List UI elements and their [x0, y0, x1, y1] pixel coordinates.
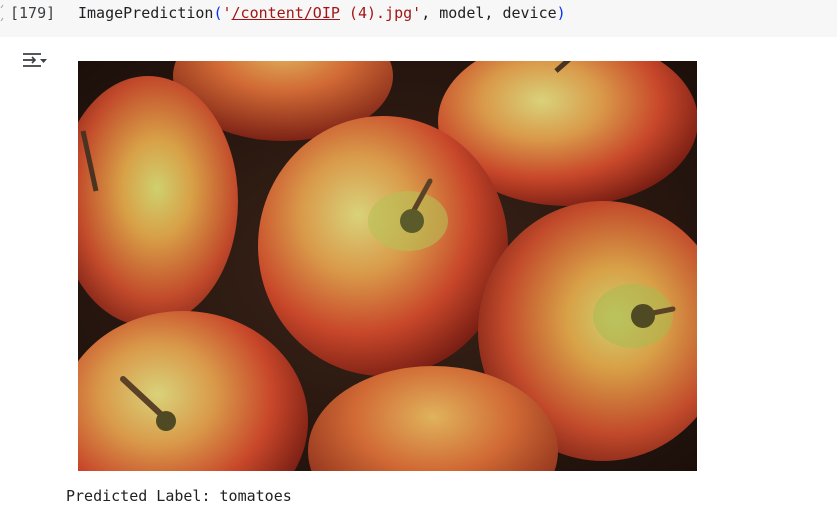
- string-quote-close: ': [412, 4, 422, 22]
- output-image-apples: [78, 61, 697, 471]
- execution-count: [179]: [10, 4, 56, 22]
- close-paren: ): [556, 4, 566, 22]
- string-quote-open: ': [222, 4, 232, 22]
- prediction-output: Predicted Label: tomatoes: [66, 487, 292, 505]
- open-paren: (: [213, 4, 223, 22]
- code-editor-line[interactable]: ImagePrediction('/content/OIP (4).jpg', …: [78, 4, 566, 22]
- file-path-rest: (4).jpg: [339, 4, 413, 22]
- arguments: , model, device: [421, 4, 557, 22]
- output-collapse-icon[interactable]: [20, 49, 50, 73]
- cell-run-indicator: [0, 4, 4, 26]
- code-cell[interactable]: [179] ImagePrediction('/content/OIP (4).…: [0, 0, 837, 37]
- file-path-link[interactable]: /content/OIP: [232, 4, 340, 22]
- function-name: ImagePrediction: [78, 4, 214, 22]
- apples-photo: [78, 61, 697, 471]
